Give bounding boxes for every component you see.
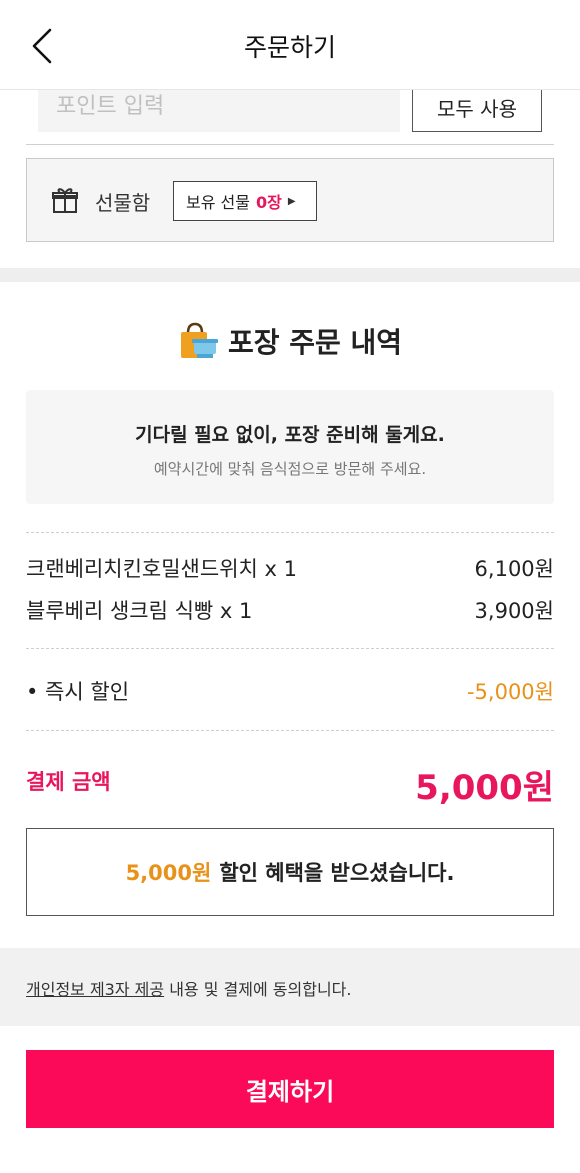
order-item-name: 크랜베리치킨호밀샌드위치 x 1 <box>26 557 297 581</box>
order-section-title: 포장 주문 내역 <box>227 326 403 359</box>
order-item-price: 3,900원 <box>474 599 554 623</box>
privacy-third-party-link[interactable]: 개인정보 제3자 제공 <box>26 980 164 999</box>
benefit-text: 할인 혜택을 받으셨습니다. <box>219 861 455 885</box>
order-item-name: 블루베리 생크림 식빵 x 1 <box>26 599 253 623</box>
divider <box>26 648 554 649</box>
giftbox-row: 선물함 보유 선물 0장 ▶ <box>26 158 554 242</box>
notice-main-text: 기다릴 필요 없이, 포장 준비해 둘게요. <box>135 424 445 446</box>
order-item: 크랜베리치킨호밀샌드위치 x 1 6,100원 <box>26 553 554 583</box>
total-label: 결제 금액 <box>26 770 111 794</box>
order-section-header: 포장 주문 내역 <box>0 318 580 364</box>
owned-gifts-label: 보유 선물 <box>186 193 250 212</box>
divider <box>26 730 554 731</box>
owned-gifts-count: 0장 <box>255 193 282 212</box>
agreement-section: 개인정보 제3자 제공 내용 및 결제에 동의합니다. <box>0 948 580 1026</box>
agreement-text: 개인정보 제3자 제공 내용 및 결제에 동의합니다. <box>26 976 351 1000</box>
order-item-price: 6,100원 <box>474 557 554 581</box>
total-row: 결제 금액 5,000원 <box>26 760 554 808</box>
discount-benefit-banner: 5,000원 할인 혜택을 받으셨습니다. <box>26 828 554 916</box>
divider <box>26 144 554 145</box>
order-item: 블루베리 생크림 식빵 x 1 3,900원 <box>26 595 554 625</box>
owned-gifts-button[interactable]: 보유 선물 0장 ▶ <box>173 181 317 221</box>
app-header: 주문하기 <box>0 0 580 90</box>
takeout-bag-icon <box>180 322 218 358</box>
discount-label: • 즉시 할인 <box>26 680 130 704</box>
discount-amount: -5,000원 <box>466 680 554 704</box>
pickup-notice: 기다릴 필요 없이, 포장 준비해 둘게요. 예약시간에 맞춰 음식점으로 방문… <box>26 390 554 504</box>
section-separator <box>0 268 580 282</box>
pay-button[interactable]: 결제하기 <box>26 1050 554 1128</box>
notice-sub-text: 예약시간에 맞춰 음식점으로 방문해 주세요. <box>153 460 427 478</box>
giftbox-label: 선물함 <box>95 191 151 215</box>
caret-right-icon: ▶ <box>287 195 296 207</box>
divider <box>26 532 554 533</box>
benefit-amount: 5,000원 <box>125 861 212 885</box>
gift-icon <box>52 188 78 213</box>
page-title: 주문하기 <box>243 33 336 62</box>
agreement-rest-text: 내용 및 결제에 동의합니다. <box>164 980 352 999</box>
total-amount: 5,000원 <box>415 768 554 808</box>
